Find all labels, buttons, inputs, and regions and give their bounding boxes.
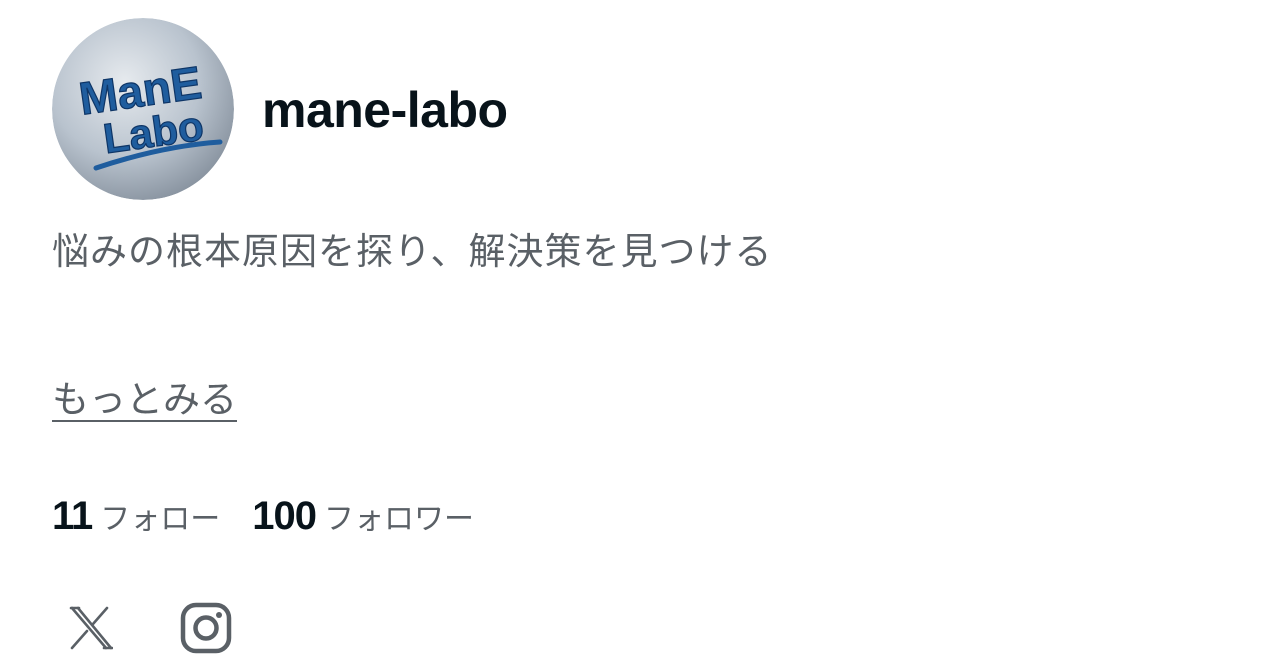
instagram-link-button[interactable]	[178, 600, 234, 656]
avatar[interactable]: ManE Labo	[52, 18, 234, 200]
following-stat[interactable]: 11 フォロー	[52, 494, 220, 539]
social-links	[62, 600, 234, 656]
mane-labo-logo-icon: ManE Labo	[52, 18, 234, 200]
instagram-icon	[180, 602, 232, 654]
follow-stats: 11 フォロー 100 フォロワー	[52, 494, 474, 539]
profile-bio: 悩みの根本原因を探り、解決策を見つける	[52, 230, 773, 273]
followers-label: フォロワー	[324, 502, 475, 537]
x-link-button[interactable]	[62, 600, 118, 656]
username[interactable]: mane-labo	[262, 85, 508, 135]
profile-header: ManE Labo mane-labo	[52, 18, 508, 200]
more-link[interactable]: もっとみる	[52, 376, 237, 424]
following-label: フォロー	[100, 502, 221, 537]
followers-stat[interactable]: 100 フォロワー	[252, 494, 474, 539]
followers-count: 100	[252, 494, 317, 538]
following-count: 11	[52, 494, 93, 538]
x-icon	[69, 606, 113, 650]
